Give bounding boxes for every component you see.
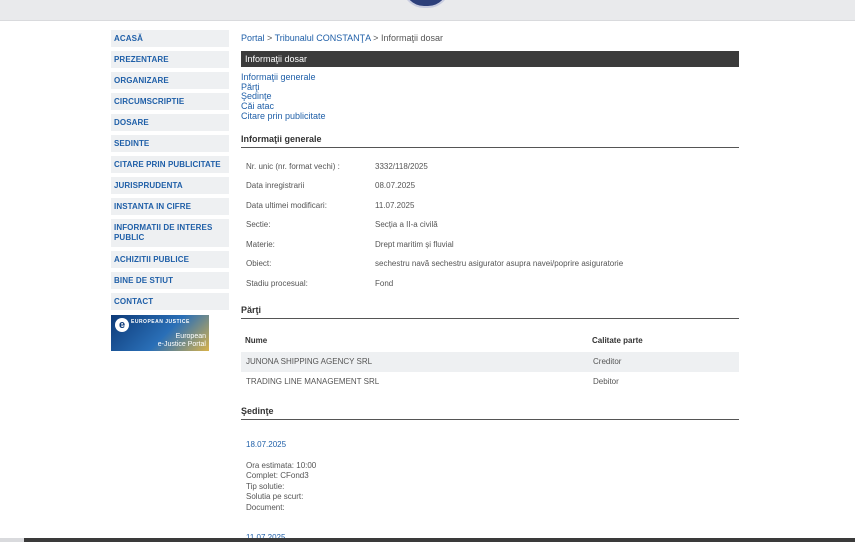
sidebar-item-jurisprudenta[interactable]: JURISPRUDENTA bbox=[111, 177, 229, 196]
info-label: Stadiu procesual: bbox=[246, 279, 308, 289]
court-emblem-icon bbox=[402, 0, 450, 8]
main-content: Portal > Tribunalul CONSTANŢA > Informaţ… bbox=[241, 30, 739, 542]
session-date: 18.07.2025 bbox=[246, 439, 287, 449]
sidebar-item-informatii-interes-public[interactable]: INFORMATII DE INTERES PUBLIC bbox=[111, 219, 229, 249]
breadcrumb-current: Informaţii dosar bbox=[380, 33, 443, 43]
party-role: Creditor bbox=[593, 357, 622, 367]
breadcrumb-separator: > bbox=[267, 33, 275, 43]
info-row: Obiect: sechestru navă sechestru asigura… bbox=[241, 259, 739, 279]
info-label: Nr. unic (nr. format vechi) : bbox=[246, 161, 340, 171]
party-role: Debitor bbox=[593, 377, 619, 387]
sidebar-item-sedinte[interactable]: SEDINTE bbox=[111, 135, 229, 154]
sidebar-item-citare[interactable]: CITARE PRIN PUBLICITATE bbox=[111, 156, 229, 175]
e-justice-logo-icon: e bbox=[115, 318, 129, 332]
info-label: Sectie: bbox=[246, 220, 271, 230]
session-tip-solutie: Tip solutie: bbox=[246, 481, 285, 491]
sidebar-nav: ACASĂ PREZENTARE ORGANIZARE CIRCUMSCRIPT… bbox=[111, 30, 229, 351]
info-label: Data inregistrarii bbox=[246, 181, 305, 191]
info-value: Drept maritim și fluvial bbox=[375, 239, 454, 249]
anchor-sedinte[interactable]: Şedinţe bbox=[241, 92, 739, 102]
info-value: sechestru navă sechestru asigurator asup… bbox=[375, 259, 624, 269]
session-ora: Ora estimata: 10:00 bbox=[246, 460, 317, 470]
info-label: Data ultimei modificari: bbox=[246, 200, 327, 210]
sidebar-item-achizitii-publice[interactable]: ACHIZITII PUBLICE bbox=[111, 251, 229, 270]
parti-header-nume: Nume bbox=[245, 335, 268, 345]
info-row: Nr. unic (nr. format vechi) : 3332/118/2… bbox=[241, 162, 739, 182]
parti-table-header: Nume Calitate parte bbox=[241, 319, 739, 352]
info-value: 11.07.2025 bbox=[375, 200, 415, 210]
session-details: Ora estimata: 10:00 Complet: CFond3 Tip … bbox=[241, 461, 739, 514]
sidebar-item-organizare[interactable]: ORGANIZARE bbox=[111, 72, 229, 91]
table-row: JUNONA SHIPPING AGENCY SRL Creditor bbox=[241, 351, 739, 372]
info-row: Data inregistrarii 08.07.2025 bbox=[241, 181, 739, 201]
sidebar-item-instanta-in-cifre[interactable]: INSTANTA IN CIFRE bbox=[111, 198, 229, 217]
section-title-parti: Părţi bbox=[241, 305, 739, 319]
info-value: Secția a II-a civilă bbox=[375, 220, 438, 230]
breadcrumb-court-link[interactable]: Tribunalul CONSTANŢA bbox=[275, 33, 371, 43]
sidebar-item-dosare[interactable]: DOSARE bbox=[111, 114, 229, 133]
parti-header-calitate: Calitate parte bbox=[592, 335, 643, 345]
e-justice-caption: European e-Justice Portal bbox=[158, 333, 206, 349]
info-row: Sectie: Secția a II-a civilă bbox=[241, 220, 739, 240]
sidebar-item-bine-de-stiut[interactable]: BINE DE STIUT bbox=[111, 272, 229, 291]
general-info-table: Nr. unic (nr. format vechi) : 3332/118/2… bbox=[241, 162, 739, 299]
taskbar-strip bbox=[0, 538, 855, 542]
page-title: Informaţii dosar bbox=[241, 51, 739, 67]
sidebar-item-contact[interactable]: CONTACT bbox=[111, 293, 229, 312]
info-value: 08.07.2025 bbox=[375, 181, 416, 191]
info-value: Fond bbox=[375, 279, 394, 289]
taskbar-left-segment bbox=[0, 538, 24, 542]
section-title-informatii-generale: Informaţii generale bbox=[241, 134, 739, 148]
info-label: Materie: bbox=[246, 239, 275, 249]
anchor-informatii-generale[interactable]: Informaţii generale bbox=[241, 72, 739, 83]
anchor-parti[interactable]: Părţi bbox=[241, 82, 739, 93]
info-label: Obiect: bbox=[246, 259, 272, 269]
info-row: Materie: Drept maritim și fluvial bbox=[241, 240, 739, 260]
sidebar-item-prezentare[interactable]: PREZENTARE bbox=[111, 51, 229, 70]
breadcrumb-separator: > bbox=[373, 33, 381, 43]
anchor-citare-publicitate[interactable]: Citare prin publicitate bbox=[241, 111, 739, 122]
table-row: TRADING LINE MANAGEMENT SRL Debitor bbox=[241, 372, 739, 392]
section-title-sedinte: Şedinţe bbox=[241, 406, 739, 420]
breadcrumb-portal-link[interactable]: Portal bbox=[241, 33, 265, 43]
section-anchor-list: Informaţii generale Părţi Şedinţe Căi at… bbox=[241, 72, 739, 122]
party-name: TRADING LINE MANAGEMENT SRL bbox=[246, 377, 380, 387]
sidebar-item-acasa[interactable]: ACASĂ bbox=[111, 30, 229, 49]
e-justice-caption-line1: European bbox=[175, 333, 206, 340]
sidebar-item-circumscriptie[interactable]: CIRCUMSCRIPTIE bbox=[111, 93, 229, 112]
e-justice-small-text: EUROPEAN JUSTICE bbox=[131, 319, 190, 325]
info-row: Data ultimei modificari: 11.07.2025 bbox=[241, 201, 739, 221]
e-justice-caption-line2: e-Justice Portal bbox=[157, 341, 206, 348]
top-header-bar bbox=[0, 0, 855, 21]
party-name: JUNONA SHIPPING AGENCY SRL bbox=[246, 357, 373, 367]
info-value: 3332/118/2025 bbox=[375, 161, 428, 171]
e-justice-banner[interactable]: e EUROPEAN JUSTICE European e-Justice Po… bbox=[111, 315, 209, 351]
breadcrumb: Portal > Tribunalul CONSTANŢA > Informaţ… bbox=[241, 33, 739, 45]
session-solutia: Solutia pe scurt: bbox=[246, 492, 304, 502]
session-document: Document: bbox=[246, 502, 285, 512]
session-complet: Complet: CFond3 bbox=[246, 471, 309, 481]
info-row: Stadiu procesual: Fond bbox=[241, 279, 739, 299]
